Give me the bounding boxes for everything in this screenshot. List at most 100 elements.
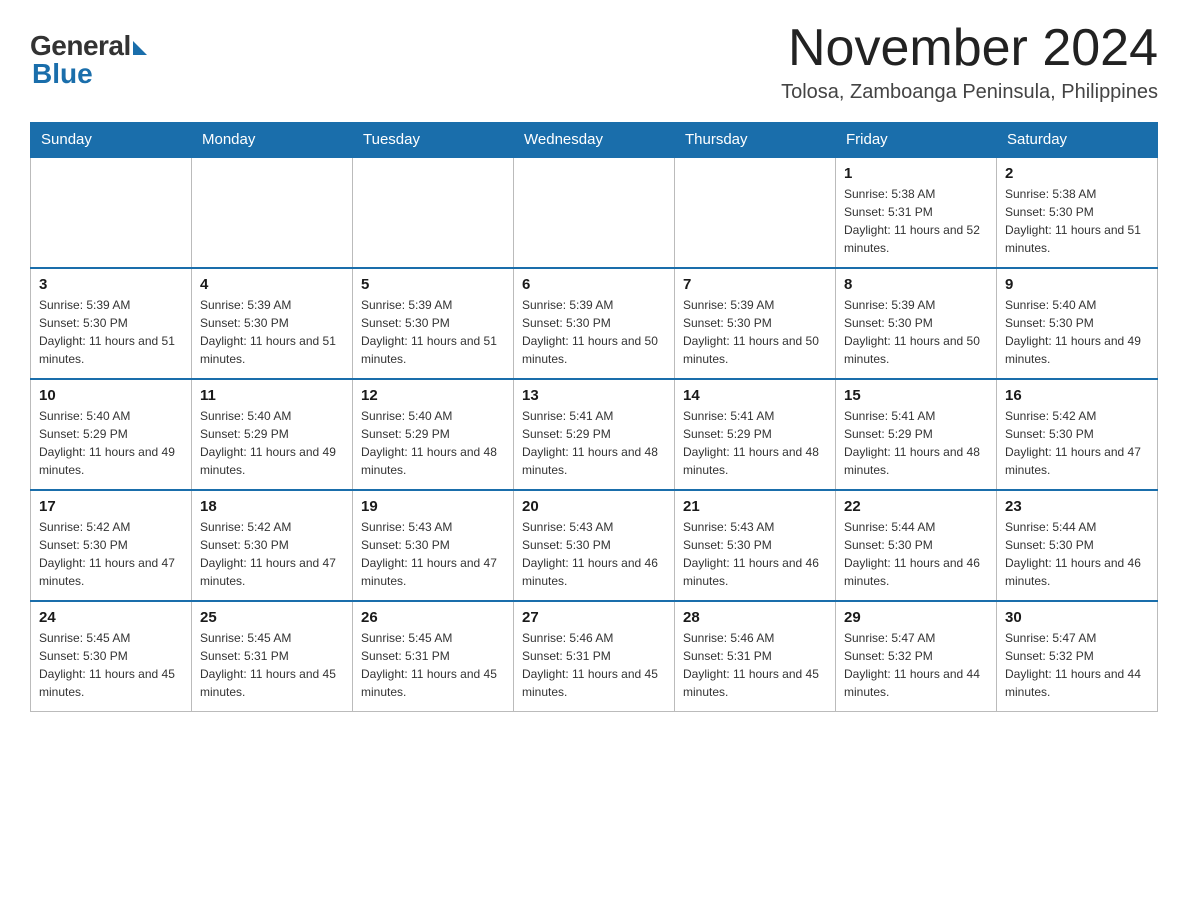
day-number: 22 <box>844 498 988 515</box>
weekday-header-friday: Friday <box>836 123 997 158</box>
day-number: 30 <box>1005 609 1149 626</box>
day-number: 3 <box>39 276 183 293</box>
day-number: 10 <box>39 387 183 404</box>
day-number: 12 <box>361 387 505 404</box>
calendar-cell: 8 Sunrise: 5:39 AMSunset: 5:30 PMDaylight… <box>836 268 997 379</box>
day-number: 24 <box>39 609 183 626</box>
day-info: Sunrise: 5:43 AMSunset: 5:30 PMDaylight:… <box>683 518 827 590</box>
calendar-table: SundayMondayTuesdayWednesdayThursdayFrid… <box>30 122 1158 712</box>
day-number: 28 <box>683 609 827 626</box>
calendar-week-3: 10 Sunrise: 5:40 AMSunset: 5:29 PMDayligh… <box>31 379 1158 490</box>
day-number: 17 <box>39 498 183 515</box>
calendar-cell: 16 Sunrise: 5:42 AMSunset: 5:30 PMDayligh… <box>997 379 1158 490</box>
day-number: 21 <box>683 498 827 515</box>
day-info: Sunrise: 5:40 AMSunset: 5:29 PMDaylight:… <box>39 407 183 479</box>
calendar-cell: 17 Sunrise: 5:42 AMSunset: 5:30 PMDayligh… <box>31 490 192 601</box>
day-info: Sunrise: 5:41 AMSunset: 5:29 PMDaylight:… <box>844 407 988 479</box>
title-area: November 2024 Tolosa, Zamboanga Peninsul… <box>781 20 1158 104</box>
calendar-cell: 2Sunrise: 5:38 AMSunset: 5:30 PMDaylight… <box>997 157 1158 268</box>
calendar-cell: 4Sunrise: 5:39 AMSunset: 5:30 PMDaylight… <box>192 268 353 379</box>
day-number: 9 <box>1005 276 1149 293</box>
calendar-cell <box>31 157 192 268</box>
location-subtitle: Tolosa, Zamboanga Peninsula, Philippines <box>781 81 1158 104</box>
weekday-header-wednesday: Wednesday <box>514 123 675 158</box>
day-info: Sunrise: 5:43 AMSunset: 5:30 PMDaylight:… <box>361 518 505 590</box>
day-info: Sunrise: 5:42 AMSunset: 5:30 PMDaylight:… <box>200 518 344 590</box>
calendar-cell: 21 Sunrise: 5:43 AMSunset: 5:30 PMDayligh… <box>675 490 836 601</box>
calendar-cell <box>514 157 675 268</box>
day-number: 20 <box>522 498 666 515</box>
weekday-header-row: SundayMondayTuesdayWednesdayThursdayFrid… <box>31 123 1158 158</box>
day-number: 27 <box>522 609 666 626</box>
weekday-header-sunday: Sunday <box>31 123 192 158</box>
day-info: Sunrise: 5:39 AMSunset: 5:30 PMDaylight:… <box>683 296 827 368</box>
calendar-cell: 3 Sunrise: 5:39 AMSunset: 5:30 PMDaylight… <box>31 268 192 379</box>
weekday-header-tuesday: Tuesday <box>353 123 514 158</box>
day-info: Sunrise: 5:42 AMSunset: 5:30 PMDaylight:… <box>1005 407 1149 479</box>
calendar-cell: 24 Sunrise: 5:45 AMSunset: 5:30 PMDayligh… <box>31 601 192 712</box>
day-number: 8 <box>844 276 988 293</box>
calendar-cell: 15 Sunrise: 5:41 AMSunset: 5:29 PMDayligh… <box>836 379 997 490</box>
page-header: General Blue November 2024 Tolosa, Zambo… <box>30 20 1158 104</box>
day-info: Sunrise: 5:44 AMSunset: 5:30 PMDaylight:… <box>844 518 988 590</box>
month-title: November 2024 <box>781 20 1158 77</box>
day-info: Sunrise: 5:40 AMSunset: 5:30 PMDaylight:… <box>1005 296 1149 368</box>
calendar-cell: 7 Sunrise: 5:39 AMSunset: 5:30 PMDaylight… <box>675 268 836 379</box>
day-number: 7 <box>683 276 827 293</box>
calendar-cell: 18 Sunrise: 5:42 AMSunset: 5:30 PMDayligh… <box>192 490 353 601</box>
calendar-cell: 6 Sunrise: 5:39 AMSunset: 5:30 PMDaylight… <box>514 268 675 379</box>
day-number: 6 <box>522 276 666 293</box>
weekday-header-saturday: Saturday <box>997 123 1158 158</box>
day-number: 18 <box>200 498 344 515</box>
calendar-cell: 9 Sunrise: 5:40 AMSunset: 5:30 PMDaylight… <box>997 268 1158 379</box>
day-info: Sunrise: 5:40 AMSunset: 5:29 PMDaylight:… <box>361 407 505 479</box>
calendar-cell: 20 Sunrise: 5:43 AMSunset: 5:30 PMDayligh… <box>514 490 675 601</box>
day-number: 29 <box>844 609 988 626</box>
day-number: 5 <box>361 276 505 293</box>
day-info: Sunrise: 5:44 AMSunset: 5:30 PMDaylight:… <box>1005 518 1149 590</box>
day-info: Sunrise: 5:43 AMSunset: 5:30 PMDaylight:… <box>522 518 666 590</box>
day-number: 16 <box>1005 387 1149 404</box>
day-number: 15 <box>844 387 988 404</box>
calendar-cell: 19 Sunrise: 5:43 AMSunset: 5:30 PMDayligh… <box>353 490 514 601</box>
calendar-cell: 26Sunrise: 5:45 AMSunset: 5:31 PMDayligh… <box>353 601 514 712</box>
calendar-cell <box>353 157 514 268</box>
calendar-cell: 14Sunrise: 5:41 AMSunset: 5:29 PMDayligh… <box>675 379 836 490</box>
calendar-week-1: 1 Sunrise: 5:38 AMSunset: 5:31 PMDaylight… <box>31 157 1158 268</box>
day-info: Sunrise: 5:47 AMSunset: 5:32 PMDaylight:… <box>844 629 988 701</box>
calendar-cell: 27Sunrise: 5:46 AMSunset: 5:31 PMDayligh… <box>514 601 675 712</box>
calendar-cell: 1 Sunrise: 5:38 AMSunset: 5:31 PMDaylight… <box>836 157 997 268</box>
day-number: 2 <box>1005 165 1149 182</box>
day-info: Sunrise: 5:39 AMSunset: 5:30 PMDaylight:… <box>844 296 988 368</box>
day-info: Sunrise: 5:47 AMSunset: 5:32 PMDaylight:… <box>1005 629 1149 701</box>
logo-blue-text: Blue <box>32 58 93 90</box>
day-info: Sunrise: 5:45 AMSunset: 5:31 PMDaylight:… <box>361 629 505 701</box>
day-number: 23 <box>1005 498 1149 515</box>
day-info: Sunrise: 5:39 AMSunset: 5:30 PMDaylight:… <box>522 296 666 368</box>
calendar-cell: 30 Sunrise: 5:47 AMSunset: 5:32 PMDayligh… <box>997 601 1158 712</box>
day-number: 1 <box>844 165 988 182</box>
day-number: 13 <box>522 387 666 404</box>
logo: General Blue <box>30 30 147 90</box>
calendar-cell: 23 Sunrise: 5:44 AMSunset: 5:30 PMDayligh… <box>997 490 1158 601</box>
weekday-header-monday: Monday <box>192 123 353 158</box>
logo-triangle-icon <box>133 41 147 55</box>
day-number: 19 <box>361 498 505 515</box>
day-info: Sunrise: 5:39 AMSunset: 5:30 PMDaylight:… <box>39 296 183 368</box>
day-number: 11 <box>200 387 344 404</box>
day-info: Sunrise: 5:41 AMSunset: 5:29 PMDaylight:… <box>522 407 666 479</box>
calendar-cell <box>675 157 836 268</box>
day-info: Sunrise: 5:45 AMSunset: 5:30 PMDaylight:… <box>39 629 183 701</box>
day-info: Sunrise: 5:46 AMSunset: 5:31 PMDaylight:… <box>683 629 827 701</box>
day-number: 25 <box>200 609 344 626</box>
weekday-header-thursday: Thursday <box>675 123 836 158</box>
calendar-cell: 10 Sunrise: 5:40 AMSunset: 5:29 PMDayligh… <box>31 379 192 490</box>
calendar-week-2: 3 Sunrise: 5:39 AMSunset: 5:30 PMDaylight… <box>31 268 1158 379</box>
day-number: 4 <box>200 276 344 293</box>
day-info: Sunrise: 5:38 AMSunset: 5:31 PMDaylight:… <box>844 185 988 257</box>
calendar-cell: 22 Sunrise: 5:44 AMSunset: 5:30 PMDayligh… <box>836 490 997 601</box>
calendar-cell: 5Sunrise: 5:39 AMSunset: 5:30 PMDaylight… <box>353 268 514 379</box>
calendar-cell: 12 Sunrise: 5:40 AMSunset: 5:29 PMDayligh… <box>353 379 514 490</box>
day-info: Sunrise: 5:41 AMSunset: 5:29 PMDaylight:… <box>683 407 827 479</box>
day-info: Sunrise: 5:42 AMSunset: 5:30 PMDaylight:… <box>39 518 183 590</box>
